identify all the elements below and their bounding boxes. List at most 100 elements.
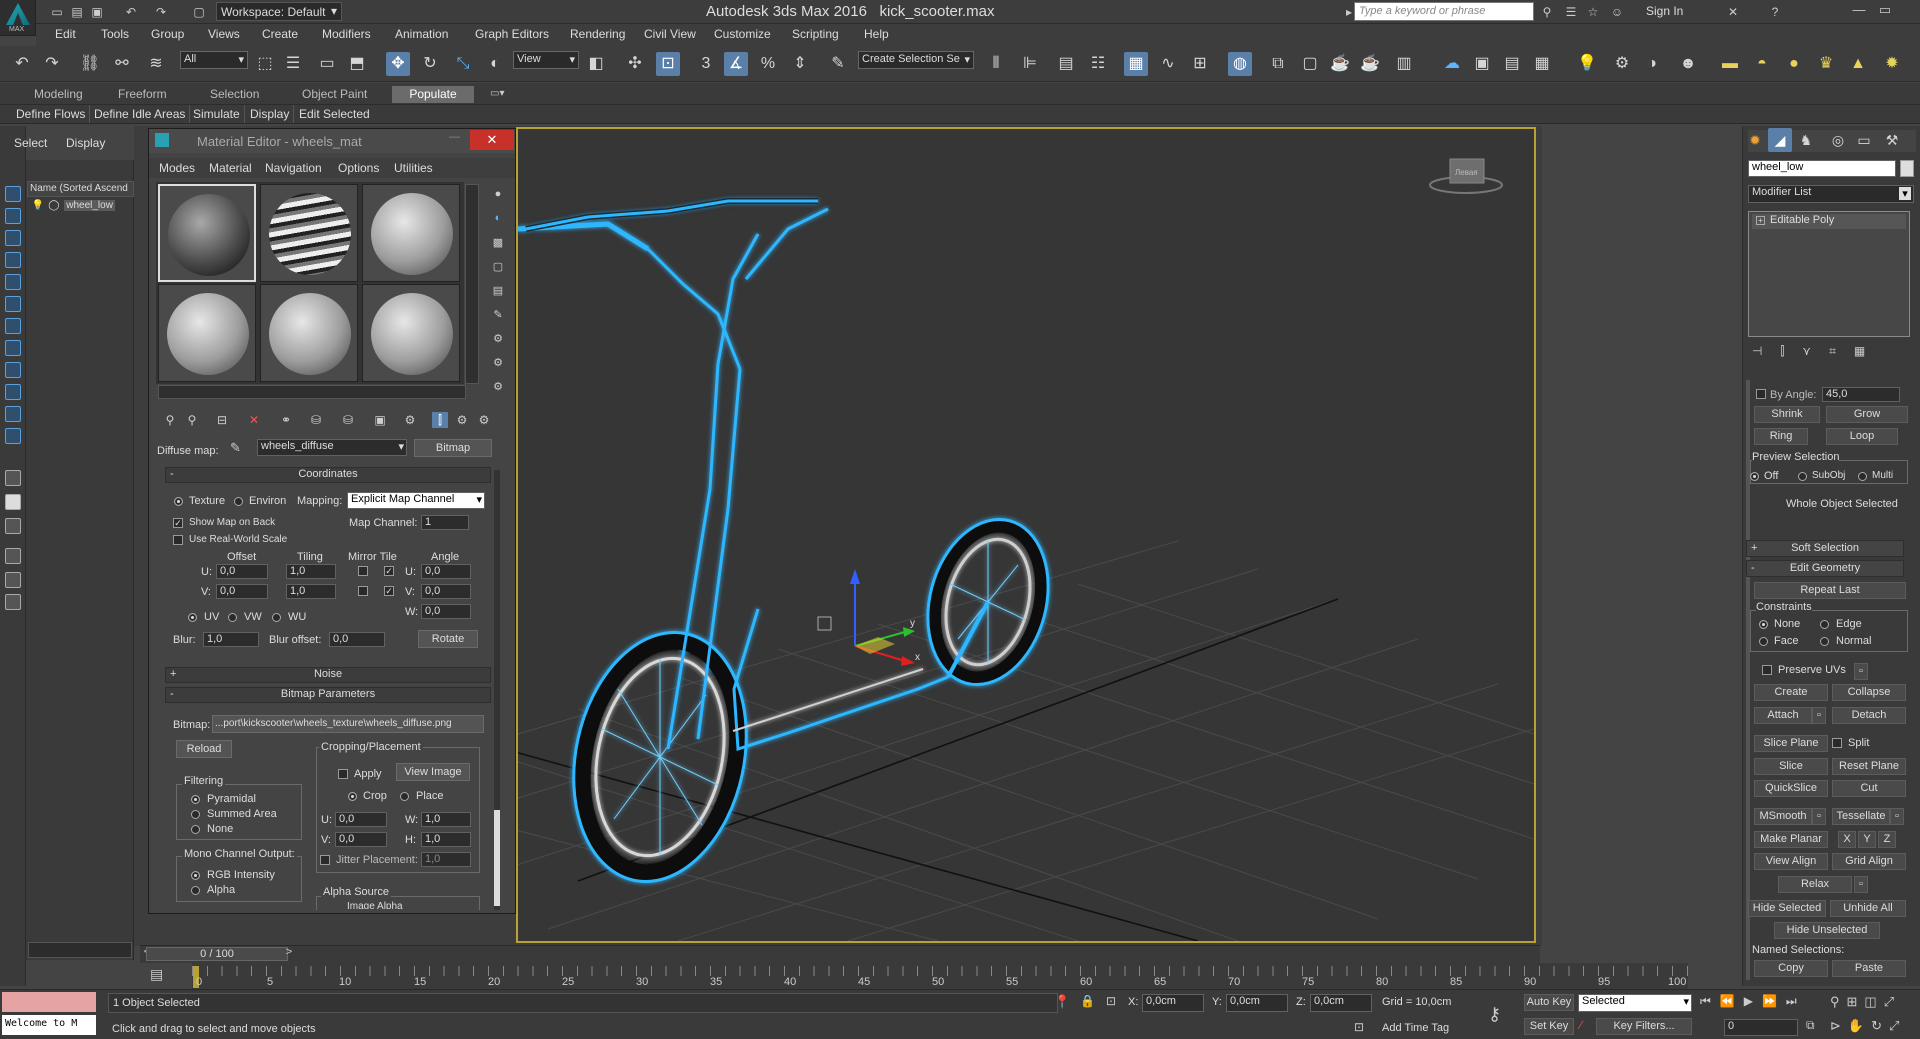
layer-explorer-icon[interactable] bbox=[5, 572, 21, 588]
menu-animation[interactable]: Animation bbox=[395, 27, 448, 41]
scene-item-wheel-low[interactable]: 💡 ◯ wheel_low bbox=[27, 200, 134, 216]
grid-table-icon[interactable]: ▦ bbox=[1530, 52, 1554, 76]
named-selection-select[interactable]: Create Selection Se ▾ bbox=[858, 51, 974, 69]
put-to-scene-icon[interactable]: ⚲ bbox=[184, 412, 200, 428]
use-real-world-checkbox[interactable] bbox=[173, 535, 183, 545]
slice-button[interactable]: Slice bbox=[1754, 758, 1828, 775]
filter-funnel-icon[interactable] bbox=[5, 548, 21, 564]
filter-spacewarps-icon[interactable] bbox=[5, 296, 21, 312]
ring-button[interactable]: Ring bbox=[1754, 428, 1808, 445]
tab-freeform[interactable]: Freeform bbox=[118, 87, 167, 101]
rollout-scrollbar[interactable] bbox=[494, 470, 500, 910]
set-key-button[interactable]: Set Key bbox=[1524, 1018, 1574, 1035]
crop-w-spinner[interactable]: 1,0 bbox=[421, 812, 471, 827]
object-color-swatch[interactable] bbox=[1900, 160, 1914, 177]
make-preview-icon[interactable]: ✎ bbox=[490, 308, 506, 324]
time-config-icon[interactable]: ⧉ bbox=[1806, 1018, 1819, 1033]
material-editor-icon[interactable]: ◍ bbox=[1228, 52, 1252, 76]
render-face-icon[interactable]: ☻ bbox=[1676, 52, 1700, 76]
display-tab-icon[interactable]: ▭ bbox=[1852, 128, 1876, 152]
preserve-uvs-checkbox[interactable] bbox=[1762, 665, 1772, 675]
link-icon[interactable]: ⛓ bbox=[78, 52, 102, 76]
sample-slot-4[interactable] bbox=[158, 284, 256, 382]
jitter-spinner[interactable]: 1,0 bbox=[421, 852, 471, 867]
sample-slots-vscroll[interactable] bbox=[465, 184, 479, 384]
loop-button[interactable]: Loop bbox=[1826, 428, 1898, 445]
hide-selected-button[interactable]: Hide Selected bbox=[1748, 900, 1826, 917]
undo-icon[interactable]: ↶ bbox=[10, 52, 34, 76]
crop-v-spinner[interactable]: 0,0 bbox=[335, 832, 387, 847]
pivot-icon[interactable]: ◧ bbox=[584, 52, 608, 76]
constraint-none-radio[interactable] bbox=[1759, 620, 1768, 629]
display-none-icon[interactable] bbox=[5, 494, 21, 510]
u-angle-spinner[interactable]: 0,0 bbox=[421, 564, 471, 579]
percent-snap-icon[interactable]: % bbox=[756, 52, 780, 76]
z-coord-field[interactable]: 0,0cm bbox=[1310, 994, 1372, 1012]
schematic-icon[interactable]: ⊞ bbox=[1188, 52, 1212, 76]
slice-plane-button[interactable]: Slice Plane bbox=[1754, 735, 1828, 752]
panel-simulate[interactable]: Simulate bbox=[189, 105, 245, 123]
scene-tab-display[interactable]: Display bbox=[66, 136, 105, 150]
save-file-icon[interactable]: ▣ bbox=[88, 3, 106, 21]
tab-modeling[interactable]: Modeling bbox=[34, 87, 83, 101]
crop-radio[interactable] bbox=[348, 792, 357, 801]
crop-h-spinner[interactable]: 1,0 bbox=[421, 832, 471, 847]
menu-scripting[interactable]: Scripting bbox=[792, 27, 839, 41]
key-curve-icon[interactable]: ∕ bbox=[1580, 1018, 1582, 1032]
hide-unselected-button[interactable]: Hide Unselected bbox=[1774, 922, 1880, 939]
collapse-button[interactable]: Collapse bbox=[1832, 684, 1906, 701]
filter-hidden-icon[interactable] bbox=[5, 428, 21, 444]
auto-key-mode-select[interactable]: Selected ▾ bbox=[1578, 994, 1692, 1012]
undo-quick-icon[interactable]: ↶ bbox=[122, 3, 140, 21]
stack-tools-row[interactable]: ⊣⫿⋎⌗▦ bbox=[1752, 344, 1912, 362]
utilities-tab-icon[interactable]: ⚒ bbox=[1880, 128, 1904, 152]
select-by-material-icon[interactable]: ⚙ bbox=[490, 356, 506, 372]
panel-define-idle-areas[interactable]: Define Idle Areas bbox=[90, 105, 191, 123]
attach-settings-button[interactable]: ▫ bbox=[1812, 707, 1826, 724]
layer-icon[interactable]: ▤ bbox=[1054, 52, 1078, 76]
copy-button[interactable]: Copy bbox=[1754, 960, 1828, 977]
spinner-snap-icon[interactable]: ⇕ bbox=[788, 52, 812, 76]
key-icon[interactable]: ⚷ bbox=[1488, 1004, 1501, 1025]
material-name-field[interactable]: wheels_diffuse ▾ bbox=[257, 439, 407, 456]
show-map-on-back-checkbox[interactable]: ✓ bbox=[173, 518, 183, 528]
edit-geometry-rollout[interactable]: - Edit Geometry bbox=[1746, 560, 1904, 577]
maxscript-listener-mini[interactable] bbox=[2, 992, 96, 1012]
repeat-last-button[interactable]: Repeat Last bbox=[1754, 582, 1906, 599]
menu-tools[interactable]: Tools bbox=[101, 27, 129, 41]
u-tile-checkbox[interactable]: ✓ bbox=[384, 566, 394, 576]
by-angle-checkbox[interactable] bbox=[1756, 389, 1766, 399]
jitter-checkbox[interactable] bbox=[320, 855, 330, 865]
menu-help[interactable]: Help bbox=[864, 27, 889, 41]
go-to-parent-icon[interactable]: ⫿ bbox=[432, 412, 448, 428]
panel-edit-selected[interactable]: Edit Selected bbox=[295, 105, 374, 123]
hierarchy-icon[interactable] bbox=[5, 594, 21, 610]
apply-checkbox[interactable] bbox=[338, 769, 348, 779]
window-crossing-icon[interactable]: ⬒ bbox=[345, 52, 369, 76]
workspace-select[interactable]: Workspace: Default ▾ bbox=[216, 2, 342, 21]
panel-display[interactable]: Display bbox=[246, 105, 295, 123]
render-icon[interactable]: ☕ bbox=[1328, 52, 1352, 76]
curve-editor-icon[interactable]: ∿ bbox=[1156, 52, 1180, 76]
y-coord-field[interactable]: 0,0cm bbox=[1226, 994, 1288, 1012]
background-icon[interactable]: ▩ bbox=[490, 236, 506, 252]
sphere-half-icon[interactable]: ◓ bbox=[1750, 52, 1774, 76]
planar-y-button[interactable]: Y bbox=[1858, 831, 1876, 848]
blur-spinner[interactable]: 1,0 bbox=[203, 632, 259, 647]
physics-icon[interactable]: ⚙ bbox=[1610, 52, 1634, 76]
sample-slot-2[interactable] bbox=[260, 184, 358, 282]
menu-graph-editors[interactable]: Graph Editors bbox=[475, 27, 549, 41]
sample-uv-tiling-icon[interactable]: ▢ bbox=[490, 260, 506, 276]
me-menu-options[interactable]: Options bbox=[338, 161, 379, 175]
sphere-icon[interactable]: ● bbox=[1782, 52, 1806, 76]
get-material-icon[interactable]: ⚲ bbox=[162, 412, 178, 428]
planar-x-button[interactable]: X bbox=[1838, 831, 1856, 848]
menu-modifiers[interactable]: Modifiers bbox=[322, 27, 371, 41]
playback-controls[interactable]: ⏮⏪▶⏩⏭ bbox=[1700, 994, 1806, 1009]
perspective-viewport[interactable]: y x Левая bbox=[397, 127, 1536, 943]
sun-light-icon[interactable]: ✹ bbox=[1880, 52, 1904, 76]
teapot-icon[interactable]: ☁ bbox=[1440, 52, 1464, 76]
sample-type-icon[interactable]: ● bbox=[490, 188, 506, 204]
time-slider-thumb[interactable]: 0 / 100 bbox=[146, 947, 288, 961]
tessellate-settings-button[interactable]: ▫ bbox=[1890, 808, 1904, 825]
